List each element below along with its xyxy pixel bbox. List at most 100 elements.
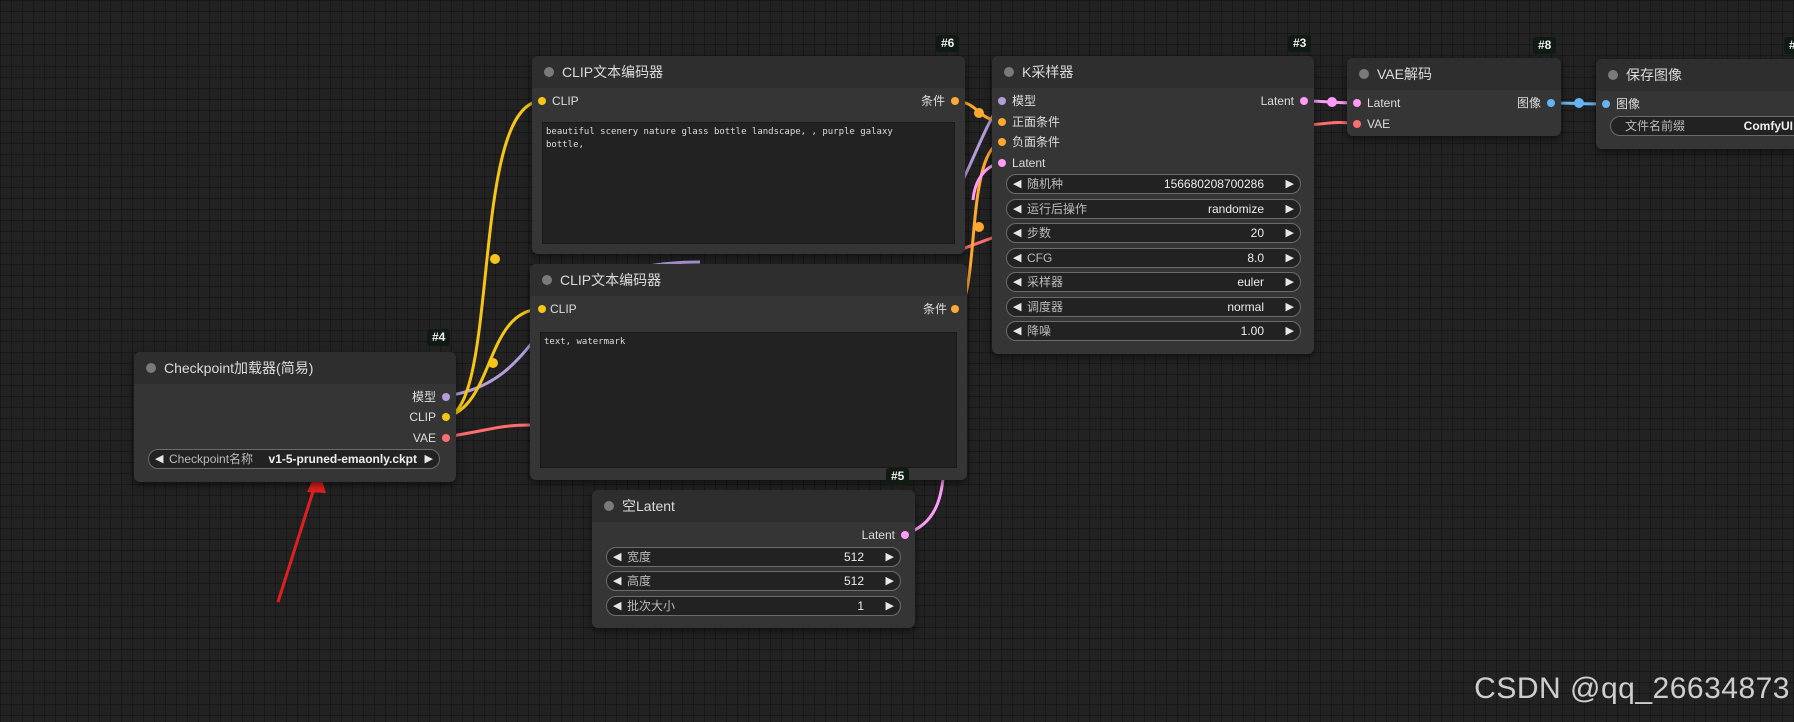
node-title-bar[interactable]: CLIP文本编码器	[530, 264, 967, 296]
latent-output-slot-icon[interactable]	[901, 531, 909, 539]
widget-value: v1-5-pruned-emaonly.ckpt	[268, 452, 417, 466]
node-title-bar[interactable]: Checkpoint加载器(简易)	[134, 352, 456, 384]
node-title-bar[interactable]: CLIP文本编码器	[532, 56, 965, 88]
right-arrow-icon[interactable]: ▶	[1286, 175, 1294, 193]
ksampler-node[interactable]: K采样器 模型 Latent 正面条件 负面条件 Latent ◀ 随机种 15…	[992, 56, 1314, 354]
widget-value: randomize	[1207, 202, 1264, 216]
widget-label: 调度器	[1027, 300, 1064, 314]
right-arrow-icon[interactable]: ▶	[886, 572, 894, 590]
control-after-generate-widget[interactable]: ◀ 运行后操作 randomize ▶	[1006, 199, 1301, 219]
negative-input-label: 负面条件	[1012, 135, 1061, 149]
collapse-dot-icon[interactable]	[604, 501, 614, 511]
height-number-widget[interactable]: ◀ 高度 512 ▶	[606, 571, 901, 591]
model-output-slot-icon[interactable]	[442, 393, 450, 401]
widget-value: 512	[843, 574, 864, 588]
seed-widget[interactable]: ◀ 随机种 156680208700286 ▶	[1006, 174, 1301, 194]
steps-widget[interactable]: ◀ 步数 20 ▶	[1006, 223, 1301, 243]
conditioning-output-slot-icon[interactable]	[951, 305, 959, 313]
right-arrow-icon[interactable]: ▶	[1286, 273, 1294, 291]
node-id-badge: #3	[1288, 35, 1312, 52]
right-arrow-icon[interactable]: ▶	[886, 548, 894, 566]
vae-decode-node[interactable]: VAE解码 Latent 图像 VAE	[1347, 58, 1561, 136]
sampler-name-widget[interactable]: ◀ 采样器 euler ▶	[1006, 272, 1301, 292]
widget-value: 1.00	[1240, 324, 1264, 338]
collapse-dot-icon[interactable]	[1608, 70, 1618, 80]
checkpoint-name-combo[interactable]: ◀ Checkpoint名称 v1-5-pruned-emaonly.ckpt …	[148, 449, 440, 469]
widget-value: ComfyUI	[1743, 119, 1793, 133]
left-arrow-icon[interactable]: ◀	[613, 597, 621, 615]
collapse-dot-icon[interactable]	[544, 67, 554, 77]
collapse-dot-icon[interactable]	[542, 275, 552, 285]
widget-value: 512	[843, 550, 864, 564]
csdn-watermark: CSDN @qq_26634873	[1474, 672, 1790, 705]
clip-text-encode-positive-node[interactable]: CLIP文本编码器 CLIP 条件 beautiful scenery natu…	[532, 56, 965, 254]
negative-input-slot-icon[interactable]	[998, 138, 1006, 146]
right-arrow-icon[interactable]: ▶	[1286, 200, 1294, 218]
clip-output-slot-icon[interactable]	[442, 413, 450, 421]
left-arrow-icon[interactable]: ◀	[1013, 273, 1021, 291]
left-arrow-icon[interactable]: ◀	[613, 548, 621, 566]
wire-vae	[445, 423, 531, 439]
collapse-dot-icon[interactable]	[1359, 69, 1369, 79]
node-id-badge: #5	[886, 468, 910, 485]
batch-size-number-widget[interactable]: ◀ 批次大小 1 ▶	[606, 596, 901, 616]
conditioning-output-label: 条件	[922, 302, 947, 316]
left-arrow-icon[interactable]: ◀	[1013, 200, 1021, 218]
empty-latent-node[interactable]: 空Latent Latent ◀ 宽度 512 ▶ ◀ 高度 512 ▶ ◀ 批…	[592, 490, 915, 628]
save-image-node[interactable]: 保存图像 图像 文件名前缀 ComfyUI	[1596, 59, 1794, 149]
widget-label: 高度	[627, 574, 652, 588]
left-arrow-icon[interactable]: ◀	[1013, 249, 1021, 267]
latent-input-slot-icon[interactable]	[998, 159, 1006, 167]
latent-input-label: Latent	[1367, 96, 1401, 110]
left-arrow-icon[interactable]: ◀	[1013, 175, 1021, 193]
checkpoint-loader-node[interactable]: Checkpoint加载器(简易) 模型 CLIP VAE ◀ Checkpoi…	[134, 352, 456, 482]
widget-label: 采样器	[1027, 275, 1064, 289]
positive-input-slot-icon[interactable]	[998, 118, 1006, 126]
left-arrow-icon[interactable]: ◀	[1013, 298, 1021, 316]
right-arrow-icon[interactable]: ▶	[1286, 249, 1294, 267]
left-arrow-icon[interactable]: ◀	[1013, 224, 1021, 242]
model-input-slot-icon[interactable]	[998, 97, 1006, 105]
right-arrow-icon[interactable]: ▶	[1286, 224, 1294, 242]
widget-label: Checkpoint名称	[169, 452, 254, 466]
image-input-label: 图像	[1616, 97, 1641, 111]
clip-text-encode-negative-node[interactable]: CLIP文本编码器 CLIP 条件 text, watermark	[530, 264, 967, 480]
latent-input-slot-icon[interactable]	[1353, 99, 1361, 107]
vae-input-slot-icon[interactable]	[1353, 120, 1361, 128]
node-title-bar[interactable]: K采样器	[992, 56, 1314, 88]
node-title: 空Latent	[622, 498, 675, 514]
widget-label: 运行后操作	[1027, 202, 1088, 216]
left-arrow-icon[interactable]: ◀	[155, 450, 163, 468]
conditioning-output-slot-icon[interactable]	[951, 97, 959, 105]
latent-input-label: Latent	[1012, 156, 1046, 170]
cfg-widget[interactable]: ◀ CFG 8.0 ▶	[1006, 248, 1301, 268]
clip-output-label: CLIP	[409, 410, 436, 424]
right-arrow-icon[interactable]: ▶	[886, 597, 894, 615]
node-title-bar[interactable]: VAE解码	[1347, 58, 1561, 90]
conditioning-output-label: 条件	[920, 94, 945, 108]
right-arrow-icon[interactable]: ▶	[425, 450, 433, 468]
filename-prefix-widget[interactable]: 文件名前缀 ComfyUI	[1610, 116, 1794, 136]
node-title: K采样器	[1022, 64, 1074, 80]
clip-input-slot-icon[interactable]	[538, 305, 546, 313]
widget-label: 批次大小	[627, 599, 676, 613]
right-arrow-icon[interactable]: ▶	[1286, 298, 1294, 316]
node-title-bar[interactable]: 空Latent	[592, 490, 915, 522]
widget-label: 降噪	[1027, 324, 1052, 338]
left-arrow-icon[interactable]: ◀	[1013, 322, 1021, 340]
collapse-dot-icon[interactable]	[146, 363, 156, 373]
collapse-dot-icon[interactable]	[1004, 67, 1014, 77]
node-title-bar[interactable]: 保存图像	[1596, 59, 1794, 91]
left-arrow-icon[interactable]: ◀	[613, 572, 621, 590]
denoise-widget[interactable]: ◀ 降噪 1.00 ▶	[1006, 321, 1301, 341]
width-number-widget[interactable]: ◀ 宽度 512 ▶	[606, 547, 901, 567]
prompt-textarea[interactable]: text, watermark	[540, 332, 957, 468]
clip-input-slot-icon[interactable]	[538, 97, 546, 105]
image-output-slot-icon[interactable]	[1547, 99, 1555, 107]
prompt-textarea[interactable]: beautiful scenery nature glass bottle la…	[542, 122, 955, 244]
scheduler-widget[interactable]: ◀ 调度器 normal ▶	[1006, 297, 1301, 317]
vae-output-slot-icon[interactable]	[442, 434, 450, 442]
image-input-slot-icon[interactable]	[1602, 100, 1610, 108]
right-arrow-icon[interactable]: ▶	[1286, 322, 1294, 340]
latent-output-slot-icon[interactable]	[1300, 97, 1308, 105]
